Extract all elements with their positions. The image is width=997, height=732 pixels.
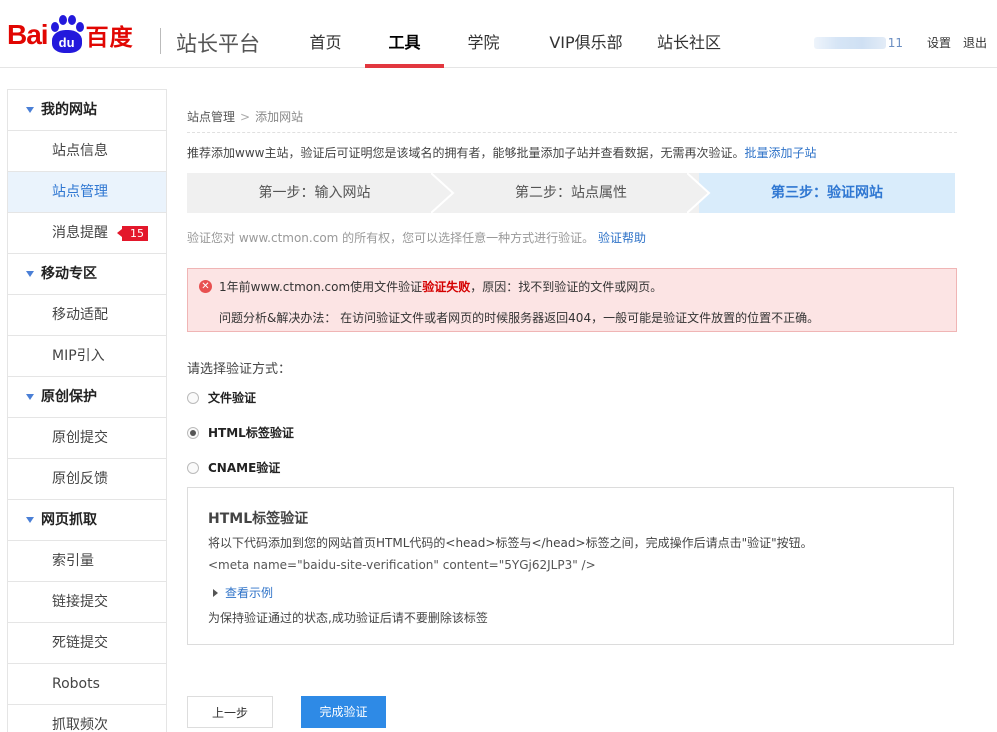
sidebar-item-deadlink-submit[interactable]: 死链提交: [8, 623, 166, 664]
method-label: CNAME验证: [208, 461, 281, 475]
logo-divider: [160, 28, 161, 54]
step-1: 第一步：输入网站: [258, 185, 371, 201]
sidebar-item-messages[interactable]: 消息提醒 15: [8, 213, 166, 254]
tip-text: 推荐添加www主站，验证后可证明您是该域名的拥有者，能够批量添加子站并查看数据，…: [187, 146, 745, 160]
prev-step-button[interactable]: 上一步: [187, 696, 273, 728]
caret-down-icon: [26, 517, 34, 523]
sidebar-item-link-submit[interactable]: 链接提交: [8, 582, 166, 623]
caret-down-icon: [26, 394, 34, 400]
site-title: 站长平台: [176, 32, 260, 56]
user-area: 11 设置 退出: [813, 34, 987, 51]
verify-tip-text: 验证您对 www.ctmon.com 的所有权，您可以选择任意一种方式进行验证。: [187, 231, 595, 245]
method-label: 文件验证: [208, 391, 257, 405]
choose-method-label: 请选择验证方式：: [187, 362, 292, 377]
sidebar-group-label: 原创保护: [41, 388, 97, 405]
sidebar-item-site-info[interactable]: 站点信息: [8, 131, 166, 172]
sidebar-group-label: 网页抓取: [41, 511, 97, 528]
caret-down-icon: [26, 271, 34, 277]
sidebar-item-original-submit[interactable]: 原创提交: [8, 418, 166, 459]
radio-checked-icon: [187, 426, 199, 439]
breadcrumb-site-manage[interactable]: 站点管理: [187, 110, 235, 124]
sidebar-group-mobile[interactable]: 移动专区: [8, 254, 166, 295]
triangle-right-icon: [213, 588, 218, 597]
nav-academy[interactable]: 学院: [444, 0, 523, 68]
step-arrow-icon: [687, 173, 711, 213]
main-nav: 首页 工具 学院 VIP俱乐部 站长社区: [286, 0, 729, 68]
sidebar-item-site-manage[interactable]: 站点管理: [8, 172, 166, 213]
logo-text-du: du: [51, 30, 82, 53]
view-example-toggle[interactable]: 查看示例: [213, 584, 273, 601]
radio-unchecked-icon: [187, 391, 199, 404]
breadcrumb-divider: [187, 132, 957, 133]
verify-help-link[interactable]: 验证帮助: [598, 231, 646, 245]
paw-logo-icon: du: [49, 15, 85, 55]
method-file-radio[interactable]: 文件验证: [187, 389, 256, 406]
sidebar-item-original-feedback[interactable]: 原创反馈: [8, 459, 166, 500]
caret-down-icon: [26, 107, 34, 113]
complete-verify-button[interactable]: 完成验证: [301, 696, 386, 728]
breadcrumb-separator: >: [240, 110, 251, 124]
error-message-pre: 1年前www.ctmon.com使用文件验证: [219, 280, 423, 294]
sidebar-item-mip[interactable]: MIP引入: [8, 336, 166, 377]
message-count-badge: 15: [117, 226, 148, 241]
verification-meta-code[interactable]: <meta name="baidu-site-verification" con…: [208, 558, 596, 572]
panel-note: 为保持验证通过的状态,成功验证后请不要删除该标签: [208, 611, 488, 625]
sidebar-group-label: 我的网站: [41, 101, 97, 118]
verify-error-box: ✕ 1年前www.ctmon.com使用文件验证验证失败，原因：找不到验证的文件…: [187, 268, 957, 332]
verify-ownership-tip: 验证您对 www.ctmon.com 的所有权，您可以选择任意一种方式进行验证。…: [187, 229, 646, 246]
sidebar-item-index[interactable]: 索引量: [8, 541, 166, 582]
step-2: 第二步：站点属性: [515, 185, 627, 201]
logo-text-bai: Bai: [7, 19, 49, 50]
html-tag-verify-panel: HTML标签验证 将以下代码添加到您的网站首页HTML代码的<head>标签与<…: [187, 487, 954, 645]
sidebar-item-robots[interactable]: Robots: [8, 664, 166, 705]
step-progress: 第一步：输入网站 第二步：站点属性 第三步：验证网站: [187, 173, 955, 213]
top-header: Bai du 百度 站长平台 首页 工具 学院 VIP俱乐部 站长社区 11 设…: [0, 0, 997, 68]
sidebar-item-crawl-frequency[interactable]: 抓取频次: [8, 705, 166, 732]
logo-text-cn: 百度: [85, 25, 134, 51]
error-message-post: ，原因：找不到验证的文件或网页。: [470, 280, 663, 294]
method-label: HTML标签验证: [208, 426, 294, 440]
view-example-link[interactable]: 查看示例: [225, 584, 273, 601]
nav-home[interactable]: 首页: [286, 0, 365, 68]
sidebar-item-mobile-adapt[interactable]: 移动适配: [8, 295, 166, 336]
batch-add-subsite-link[interactable]: 批量添加子站: [744, 146, 816, 160]
settings-link[interactable]: 设置: [927, 34, 951, 51]
sidebar-item-label: 消息提醒: [52, 225, 108, 241]
sidebar-group-crawl[interactable]: 网页抓取: [8, 500, 166, 541]
sidebar-group-label: 移动专区: [41, 265, 97, 282]
error-fail-text: 验证失败: [422, 280, 471, 294]
panel-description: 将以下代码添加到您的网站首页HTML代码的<head>标签与</head>标签之…: [208, 536, 813, 550]
sidebar-group-my-sites[interactable]: 我的网站: [8, 90, 166, 131]
sidebar-group-original[interactable]: 原创保护: [8, 377, 166, 418]
error-solution: 问题分析&解决办法： 在访问验证文件或者网页的时候服务器返回404，一般可能是验…: [219, 311, 820, 325]
sidebar: 我的网站 站点信息 站点管理 消息提醒 15 移动专区 移动适配 MIP引入 原…: [7, 89, 167, 732]
method-cname-radio[interactable]: CNAME验证: [187, 459, 280, 476]
nav-community[interactable]: 站长社区: [649, 0, 729, 68]
error-message: 1年前www.ctmon.com使用文件验证验证失败，原因：找不到验证的文件或网…: [219, 278, 662, 295]
step-3-active: 第三步：验证网站: [699, 173, 955, 213]
nav-vip-club[interactable]: VIP俱乐部: [523, 0, 649, 68]
nav-tools[interactable]: 工具: [365, 0, 444, 68]
logout-link[interactable]: 退出: [963, 34, 987, 51]
radio-unchecked-icon: [187, 461, 199, 474]
breadcrumb-current: 添加网站: [255, 110, 304, 124]
add-site-tip: 推荐添加www主站，验证后可证明您是该域名的拥有者，能够批量添加子站并查看数据，…: [187, 144, 816, 161]
method-html-tag-radio[interactable]: HTML标签验证: [187, 424, 294, 441]
error-close-icon: ✕: [199, 280, 212, 293]
baidu-logo[interactable]: Bai du 百度: [7, 12, 134, 58]
panel-title: HTML标签验证: [208, 511, 309, 527]
username-blurred[interactable]: [813, 36, 886, 49]
breadcrumb: 站点管理 > 添加网站: [187, 108, 303, 125]
username-suffix[interactable]: 11: [888, 36, 903, 50]
